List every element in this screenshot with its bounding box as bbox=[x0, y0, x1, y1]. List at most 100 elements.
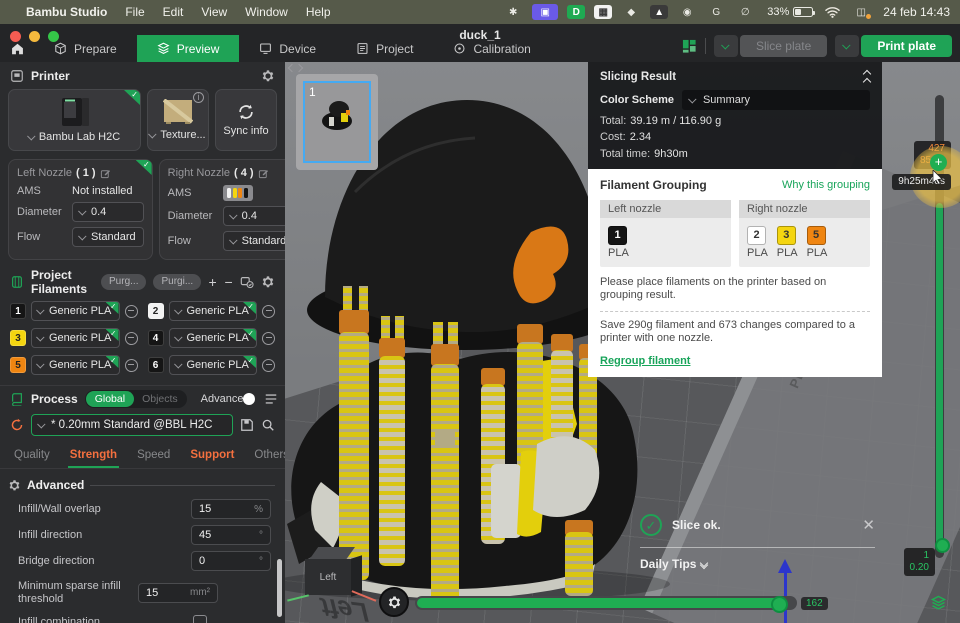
sidebar-scrollbar[interactable] bbox=[277, 559, 282, 617]
remove-filament-button[interactable]: − bbox=[224, 274, 233, 290]
infill-combination-checkbox[interactable] bbox=[193, 615, 207, 623]
sync-ams-icon[interactable] bbox=[240, 275, 254, 289]
filament-select[interactable]: Generic PLA✓ bbox=[169, 301, 258, 321]
tab-device[interactable]: Device bbox=[239, 35, 336, 62]
filament-select[interactable]: Generic PLA✓ bbox=[31, 301, 120, 321]
remove-filament-icon[interactable] bbox=[262, 305, 275, 318]
tab-strength[interactable]: Strength bbox=[60, 444, 127, 468]
tab-quality[interactable]: Quality bbox=[4, 444, 60, 468]
sync-info-button[interactable]: Sync info bbox=[215, 89, 277, 151]
right-diameter-select[interactable]: 0.4 bbox=[223, 206, 285, 226]
right-flow-select[interactable]: Standard bbox=[223, 231, 285, 251]
printer-select-card[interactable]: ✓ Bambu Lab H2C bbox=[8, 89, 141, 151]
move-slider-track[interactable] bbox=[415, 596, 797, 610]
printer-settings-gear-icon[interactable] bbox=[261, 69, 275, 83]
filament-swatch[interactable]: 6 bbox=[148, 357, 164, 373]
viewport-settings-button[interactable] bbox=[379, 587, 409, 617]
menu-help[interactable]: Help bbox=[306, 5, 331, 19]
collapse-sidebar-icon[interactable] bbox=[289, 65, 302, 71]
search-settings-icon[interactable] bbox=[261, 418, 275, 432]
mic-muted-icon[interactable]: ∅ bbox=[735, 4, 755, 20]
color-scheme-select[interactable]: Summary bbox=[682, 90, 870, 110]
edit-left-nozzle-icon[interactable] bbox=[100, 168, 111, 179]
move-slider-handle[interactable] bbox=[771, 596, 788, 613]
regroup-filament-link[interactable]: Regroup filament bbox=[600, 355, 690, 367]
bed-info-icon[interactable]: i bbox=[193, 92, 204, 103]
tab-support[interactable]: Support bbox=[180, 444, 244, 468]
navigation-cube[interactable]: Left bbox=[299, 547, 369, 607]
left-flow-select[interactable]: Standard bbox=[72, 227, 144, 247]
left-diameter-select[interactable]: 0.4 bbox=[72, 202, 144, 222]
tab-others[interactable]: Others bbox=[244, 444, 285, 468]
dropbox-icon[interactable]: ◆ bbox=[621, 4, 641, 20]
edit-right-nozzle-icon[interactable] bbox=[258, 168, 269, 179]
wifi-icon[interactable] bbox=[822, 4, 842, 20]
control-center-icon[interactable]: ◫ bbox=[851, 4, 871, 20]
bridge-direction-input[interactable]: 0 ° bbox=[191, 551, 271, 571]
toast-close-icon[interactable]: ✕ bbox=[862, 516, 875, 534]
battery-indicator[interactable]: 33% bbox=[767, 6, 813, 18]
filament-swatch[interactable]: 1 bbox=[10, 303, 26, 319]
filament-swatch[interactable]: 4 bbox=[148, 330, 164, 346]
infill-direction-input[interactable]: 45 ° bbox=[191, 525, 271, 545]
menu-edit[interactable]: Edit bbox=[163, 5, 184, 19]
why-this-grouping-link[interactable]: Why this grouping bbox=[782, 179, 870, 191]
filament-select[interactable]: Generic PLA✓ bbox=[169, 328, 258, 348]
tab-calibration[interactable]: Calibration bbox=[433, 35, 550, 62]
filament-select[interactable]: Generic PLA✓ bbox=[31, 355, 120, 375]
scope-global[interactable]: Global bbox=[86, 391, 134, 407]
remove-filament-icon[interactable] bbox=[125, 332, 138, 345]
daily-tips-toggle[interactable]: Daily Tips bbox=[640, 557, 875, 571]
tab-project[interactable]: Project bbox=[336, 35, 433, 62]
grammarly-icon[interactable]: G bbox=[706, 4, 726, 20]
add-filament-button[interactable]: + bbox=[208, 274, 217, 290]
filament-swatch[interactable]: 5 bbox=[10, 357, 26, 373]
remove-filament-icon[interactable] bbox=[262, 359, 275, 372]
min-sparse-infill-threshold-input[interactable]: 15 mm² bbox=[138, 583, 218, 603]
remove-filament-icon[interactable] bbox=[125, 305, 138, 318]
viewport-3d[interactable]: PLA/PET-G Left bbox=[285, 62, 960, 623]
process-preset-select[interactable]: * 0.20mm Standard @BBL H2C bbox=[31, 414, 233, 436]
purge-volumes-button[interactable]: Purg... bbox=[101, 274, 146, 290]
bed-type-card[interactable]: i Texture... bbox=[147, 89, 209, 151]
remove-filament-icon[interactable] bbox=[262, 332, 275, 345]
menu-view[interactable]: View bbox=[201, 5, 227, 19]
reset-preset-icon[interactable] bbox=[10, 418, 24, 432]
infill-wall-overlap-input[interactable]: 15 % bbox=[191, 499, 271, 519]
slice-plate-button[interactable]: Slice plate bbox=[740, 35, 827, 57]
print-plate-button[interactable]: Print plate bbox=[861, 35, 952, 57]
filament-select[interactable]: Generic PLA✓ bbox=[169, 355, 258, 375]
scope-objects[interactable]: Objects bbox=[134, 393, 186, 405]
app-icon-green-d[interactable]: D bbox=[567, 5, 585, 19]
app-icon-circle[interactable]: ◉ bbox=[677, 4, 697, 20]
plate-thumbnail-1[interactable]: 1 bbox=[303, 81, 371, 163]
tab-prepare[interactable]: Prepare bbox=[34, 35, 137, 62]
filament-select[interactable]: Generic PLA✓ bbox=[31, 328, 120, 348]
save-preset-icon[interactable] bbox=[240, 418, 254, 432]
app-icon-keyboard[interactable]: ▦ bbox=[594, 5, 612, 19]
app-menu[interactable]: Bambu Studio bbox=[26, 5, 107, 19]
layer-slider-plus-button[interactable]: + bbox=[930, 154, 947, 171]
screen-recording-icon[interactable]: ▣ bbox=[532, 4, 558, 20]
layer-slider-bottom-handle[interactable] bbox=[935, 538, 950, 553]
filament-swatch[interactable]: 2 bbox=[148, 303, 164, 319]
tab-speed[interactable]: Speed bbox=[127, 444, 180, 468]
collapse-panel-icon[interactable] bbox=[864, 69, 870, 85]
menu-file[interactable]: File bbox=[125, 5, 144, 19]
aperture-icon[interactable]: ✱ bbox=[503, 4, 523, 20]
print-dropdown-button[interactable] bbox=[835, 35, 859, 57]
purge-into-button[interactable]: Purgi... bbox=[153, 274, 201, 290]
preset-list-icon[interactable] bbox=[264, 392, 278, 406]
slice-dropdown-button[interactable] bbox=[714, 35, 738, 57]
right-ams-filaments[interactable] bbox=[223, 185, 253, 201]
home-button[interactable] bbox=[0, 35, 34, 62]
filament-settings-gear-icon[interactable] bbox=[261, 275, 275, 289]
app-icon-triangle[interactable]: ▲ bbox=[650, 5, 668, 19]
filament-swatch[interactable]: 3 bbox=[10, 330, 26, 346]
arrange-plate-icon[interactable] bbox=[682, 39, 697, 54]
menubar-clock[interactable]: 24 feb 14:43 bbox=[883, 5, 950, 19]
remove-filament-icon[interactable] bbox=[125, 359, 138, 372]
layers-view-icon[interactable] bbox=[930, 595, 947, 611]
menu-window[interactable]: Window bbox=[245, 5, 288, 19]
tab-preview[interactable]: Preview bbox=[137, 35, 240, 62]
